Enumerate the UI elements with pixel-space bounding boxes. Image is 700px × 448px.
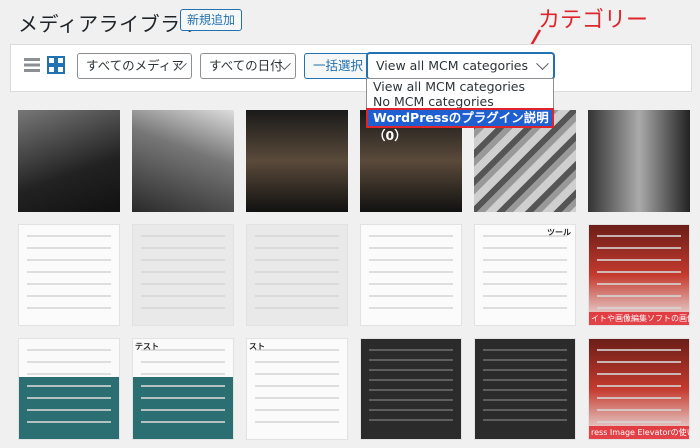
media-tile[interactable]: ツール [474, 224, 576, 326]
list-view-icon[interactable] [23, 56, 41, 74]
tile-caption: イトや画像編集ソフトの画像を / でWordPress記事に画像挿入 / res… [589, 312, 689, 325]
chevron-down-icon [536, 57, 549, 71]
media-tile[interactable] [18, 338, 120, 440]
media-tile[interactable]: テスト [132, 338, 234, 440]
media-tile[interactable]: ress Image Elevatorの使い方 [588, 338, 690, 440]
date-filter[interactable]: すべての日付 [200, 53, 296, 79]
media-type-filter[interactable]: すべてのメディア [77, 53, 192, 79]
media-tile[interactable] [360, 338, 462, 440]
mcm-category-filter[interactable]: View all MCM categories [367, 53, 554, 79]
mcm-category-dropdown: View all MCM categories No MCM categorie… [366, 78, 554, 143]
dropdown-option-wordpress-plugin[interactable]: WordPressのプラグイン説明（0） [366, 108, 554, 143]
media-tile[interactable] [246, 110, 348, 212]
media-tile[interactable] [132, 110, 234, 212]
tile-label: ツール [547, 228, 571, 237]
mcm-category-filter-label: View all MCM categories [376, 58, 529, 73]
dropdown-option-none[interactable]: No MCM categories [367, 94, 553, 109]
media-tile[interactable]: イトや画像編集ソフトの画像を / でWordPress記事に画像挿入 / res… [588, 224, 690, 326]
tile-label: スト [249, 342, 265, 351]
media-tile[interactable] [18, 224, 120, 326]
bulk-select-button[interactable]: 一括選択 [304, 53, 373, 79]
page-title: メディアライブラリ [18, 12, 202, 36]
tile-caption: ress Image Elevatorの使い方 [589, 426, 689, 439]
media-toolbar: すべてのメディア すべての日付 一括選択 View all MCM catego… [10, 44, 692, 92]
media-tile[interactable] [246, 224, 348, 326]
tile-label: テスト [135, 342, 159, 351]
media-tile[interactable] [132, 224, 234, 326]
media-tile[interactable] [588, 110, 690, 212]
date-filter-label: すべての日付 [209, 58, 283, 73]
dropdown-option-all[interactable]: View all MCM categories [367, 79, 553, 94]
media-tile[interactable]: スト [246, 338, 348, 440]
media-type-filter-label: すべてのメディア [86, 58, 184, 73]
media-tile[interactable] [474, 338, 576, 440]
add-new-button[interactable]: 新規追加 [180, 9, 243, 31]
grid-view-icon[interactable] [47, 56, 65, 74]
media-tile[interactable] [360, 224, 462, 326]
media-tile[interactable] [18, 110, 120, 212]
annotation-label: カテゴリー [538, 8, 649, 33]
